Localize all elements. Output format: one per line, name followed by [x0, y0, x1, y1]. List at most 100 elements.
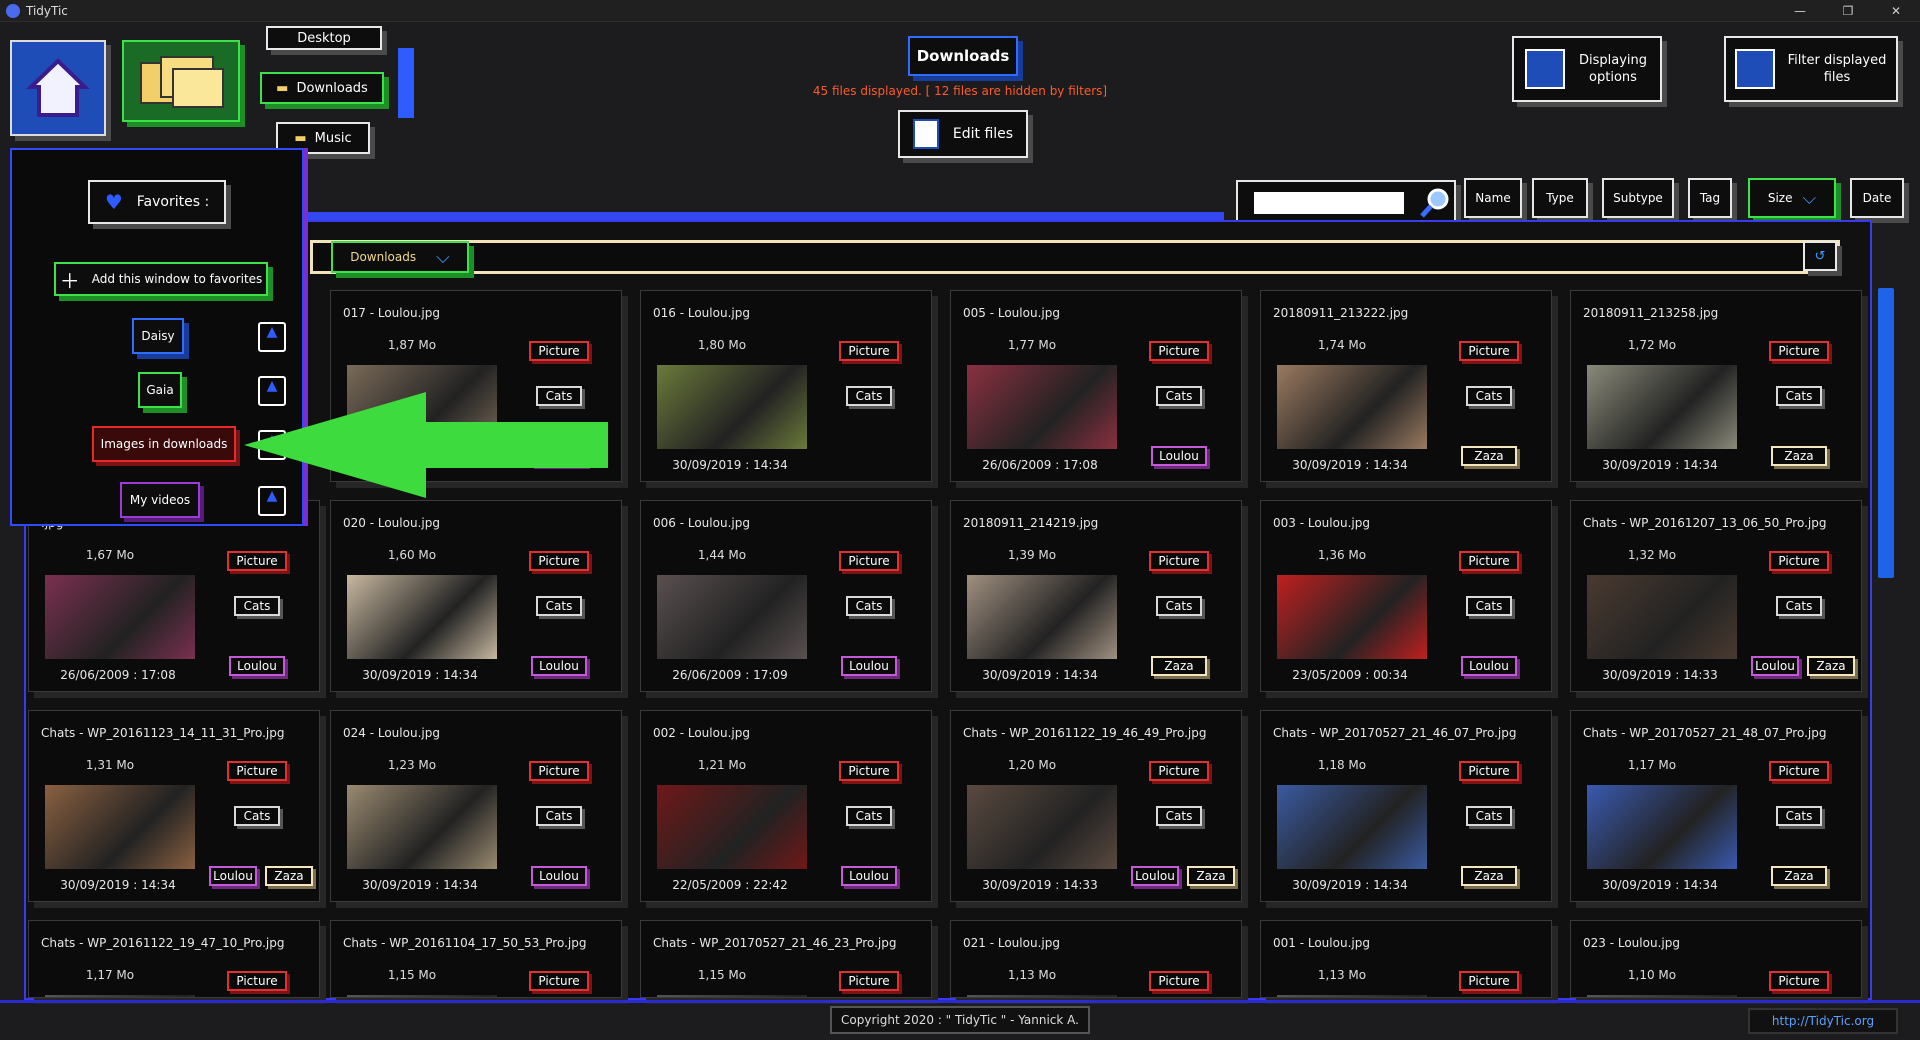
file-thumbnail[interactable]	[347, 785, 497, 869]
file-thumbnail[interactable]	[1587, 365, 1737, 449]
file-card[interactable]: 002 - Loulou.jpg 1,21 Mo 22/05/2009 : 22:4…	[640, 710, 932, 902]
desktop-button[interactable]: Desktop	[266, 26, 382, 50]
website-link[interactable]: http://TidyTic.org	[1748, 1008, 1898, 1034]
file-card[interactable]: 021 - Loulou.jpg1,13 MoPictureCats	[950, 920, 1242, 998]
tag-picture[interactable]: Picture	[227, 551, 287, 571]
file-thumbnail[interactable]	[1587, 995, 1737, 997]
tag-cats[interactable]: Cats	[1156, 806, 1202, 826]
tag-zaza[interactable]: Zaza	[1807, 656, 1855, 676]
file-card[interactable]: Chats - WP_20161104_17_50_53_Pro.jpg 1,15…	[330, 920, 622, 998]
tag-picture[interactable]: Picture	[1149, 551, 1209, 571]
tag-cats[interactable]: Cats	[846, 806, 892, 826]
file-thumbnail[interactable]	[657, 575, 807, 659]
tag-loulou[interactable]: Loulou	[1151, 446, 1207, 466]
tag-cats[interactable]: Cats	[1776, 806, 1822, 826]
tag-cats[interactable]: Cats	[234, 806, 280, 826]
file-thumbnail[interactable]	[1277, 575, 1427, 659]
edit-files-button[interactable]: Edit files	[898, 110, 1028, 158]
file-card[interactable]: Chats - WP_20170527_21_48_07_Pro.jpg 1,17…	[1570, 710, 1862, 902]
tag-picture[interactable]: Picture	[839, 761, 899, 781]
file-card[interactable]: Chats - WP_20161122_19_46_49_Pro.jpg 1,20…	[950, 710, 1242, 902]
file-card[interactable]: 20180911_214219.jpg 1,39 Mo 30/09/2019 : 1…	[950, 500, 1242, 692]
file-card[interactable]: 003 - Loulou.jpg 1,36 Mo 23/05/2009 : 00:3…	[1260, 500, 1552, 692]
file-card[interactable]: 005 - Loulou.jpg 1,77 Mo 26/06/2009 : 17:0…	[950, 290, 1242, 482]
tag-zaza[interactable]: Zaza	[1151, 656, 1207, 676]
tag-picture[interactable]: Picture	[1459, 761, 1519, 781]
tag-picture[interactable]: Picture	[1769, 761, 1829, 781]
file-thumbnail[interactable]	[657, 995, 807, 997]
file-card[interactable]: 016 - Loulou.jpg 1,80 Mo 30/09/2019 : 14:3…	[640, 290, 932, 482]
tag-cats[interactable]: Cats	[234, 596, 280, 616]
back-button[interactable]: ↺	[1803, 241, 1837, 271]
file-thumbnail[interactable]	[967, 995, 1117, 997]
file-card[interactable]: 023 - Loulou.jpg1,10 MoPictureCats	[1570, 920, 1862, 998]
tag-loulou[interactable]: Loulou	[531, 866, 587, 886]
tag-cats[interactable]: Cats	[846, 596, 892, 616]
tag-cats[interactable]: Cats	[1466, 806, 1512, 826]
tag-loulou[interactable]: Loulou	[229, 656, 285, 676]
tag-picture[interactable]: Picture	[1769, 341, 1829, 361]
file-thumbnail[interactable]	[45, 575, 195, 659]
tag-picture[interactable]: Picture	[227, 971, 287, 991]
tag-cats[interactable]: Cats	[1466, 596, 1512, 616]
favorite-images-in-downloads[interactable]: Images in downloads	[92, 426, 236, 462]
sort-date-button[interactable]: Date	[1850, 178, 1904, 218]
favorite-my-videos[interactable]: My videos	[120, 482, 200, 518]
file-card[interactable]: 20180911_213258.jpg 1,72 Mo 30/09/2019 : 1…	[1570, 290, 1862, 482]
tag-picture[interactable]: Picture	[839, 971, 899, 991]
file-thumbnail[interactable]	[45, 785, 195, 869]
home-button[interactable]	[10, 40, 106, 136]
tag-zaza[interactable]: Zaza	[1461, 866, 1517, 886]
sort-subtype-button[interactable]: Subtype	[1602, 178, 1674, 218]
tag-loulou[interactable]: Loulou	[1131, 866, 1179, 886]
tag-loulou[interactable]: Loulou	[1461, 656, 1517, 676]
tag-cats[interactable]: Cats	[1466, 386, 1512, 406]
file-card[interactable]: Chats - WP_20161122_19_47_10_Pro.jpg 1,17…	[28, 920, 320, 998]
displaying-options-button[interactable]: Displaying options	[1512, 36, 1662, 102]
tag-zaza[interactable]: Zaza	[1187, 866, 1235, 886]
file-card[interactable]: 006 - Loulou.jpg 1,44 Mo 26/06/2009 : 17:0…	[640, 500, 932, 692]
tag-cats[interactable]: Cats	[1776, 386, 1822, 406]
tag-picture[interactable]: Picture	[839, 341, 899, 361]
sort-tag-button[interactable]: Tag	[1688, 178, 1732, 218]
tag-loulou[interactable]: Loulou	[209, 866, 257, 886]
tag-cats[interactable]: Cats	[536, 806, 582, 826]
close-icon[interactable]: ✕	[1884, 2, 1908, 20]
file-thumbnail[interactable]	[967, 365, 1117, 449]
tag-picture[interactable]: Picture	[1769, 971, 1829, 991]
tag-cats[interactable]: Cats	[846, 386, 892, 406]
file-card[interactable]: Chats - WP_20170527_21_46_07_Pro.jpg 1,18…	[1260, 710, 1552, 902]
tag-picture[interactable]: Picture	[1769, 551, 1829, 571]
scrollbar-thumb[interactable]	[1878, 288, 1894, 578]
favorite-daisy[interactable]: Daisy	[132, 318, 184, 354]
file-card[interactable]: 001 - Loulou.jpg1,13 MoPictureCats	[1260, 920, 1552, 998]
folders-button[interactable]	[122, 40, 240, 122]
file-thumbnail[interactable]	[1277, 365, 1427, 449]
file-card[interactable]: Chats - WP_20161123_14_11_31_Pro.jpg 1,31…	[28, 710, 320, 902]
file-thumbnail[interactable]	[657, 365, 807, 449]
sort-type-button[interactable]: Type	[1532, 178, 1588, 218]
file-thumbnail[interactable]	[967, 575, 1117, 659]
tag-picture[interactable]: Picture	[1149, 971, 1209, 991]
search-icon[interactable]	[1418, 186, 1452, 220]
current-folder-button[interactable]: Downloads	[908, 36, 1018, 76]
delete-favorite-daisy-icon[interactable]: ▲	[258, 322, 286, 352]
file-thumbnail[interactable]	[1587, 575, 1737, 659]
add-favorite-button[interactable]: ＋ Add this window to favorites	[54, 262, 268, 296]
tag-loulou[interactable]: Loulou	[1751, 656, 1799, 676]
search-input[interactable]	[1254, 192, 1404, 214]
tag-picture[interactable]: Picture	[1459, 341, 1519, 361]
tag-picture[interactable]: Picture	[1459, 551, 1519, 571]
tag-loulou[interactable]: Loulou	[531, 656, 587, 676]
downloads-shortcut-button[interactable]: ▬ Downloads	[260, 72, 384, 104]
favorite-gaia[interactable]: Gaia	[138, 372, 182, 408]
tag-picture[interactable]: Picture	[1149, 341, 1209, 361]
sort-size-button[interactable]: Size ⌵	[1748, 178, 1836, 218]
sort-name-button[interactable]: Name	[1464, 178, 1522, 218]
tag-cats[interactable]: Cats	[536, 596, 582, 616]
maximize-icon[interactable]: ❐	[1836, 2, 1860, 20]
file-thumbnail[interactable]	[657, 785, 807, 869]
file-thumbnail[interactable]	[347, 575, 497, 659]
filter-files-button[interactable]: Filter displayed files	[1724, 36, 1898, 102]
tag-loulou[interactable]: Loulou	[841, 866, 897, 886]
